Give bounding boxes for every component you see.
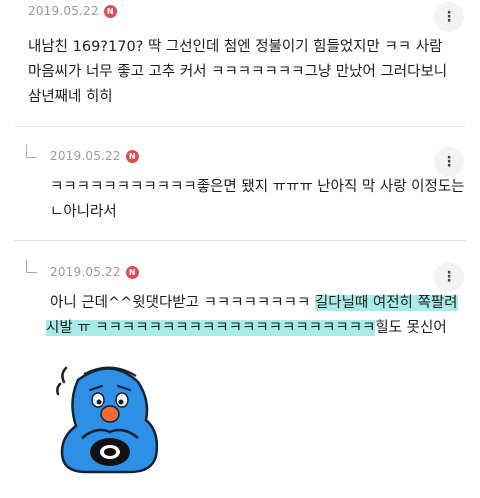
comment-meta: 2019.05.22 N: [50, 265, 139, 279]
more-vertical-icon: ⋮: [442, 9, 456, 25]
comment-text-line: ㄴ아니라서: [50, 204, 117, 220]
more-options-button[interactable]: ⋮: [434, 147, 464, 177]
comment-text: 아니 근데^^윗댓다받고 ㅋㅋㅋㅋㅋㅋㅋㅋ 길다닐때 여전히 쪽팔려 시발 ㅠ …: [46, 291, 470, 341]
comment-text: 내남친 169?170? 딱 그선인데 첨엔 정불이기 힘들었지만 ㅋㅋ 사람 …: [28, 35, 468, 110]
more-options-button[interactable]: ⋮: [434, 262, 464, 292]
more-vertical-icon: ⋮: [442, 269, 456, 285]
comment-text-line: 삼년째네 히히: [28, 89, 113, 105]
divider: [14, 126, 466, 127]
plain-text: 아니 근데^^윗댓다받고 ㅋㅋㅋㅋㅋㅋㅋㅋ: [50, 295, 315, 311]
comment-text: ㅋㅋㅋㅋㅋㅋㅋㅋㅋㅋㅋ좋은면 됐지 ㅠㅠㅠ 난아직 막 사랑 이정도는 ㄴ아니라…: [50, 175, 470, 225]
new-badge: N: [125, 265, 139, 279]
comment-date: 2019.05.22: [28, 4, 99, 18]
new-badge: N: [103, 4, 117, 18]
plain-text: 힐도 못신어: [375, 320, 447, 336]
comment-date: 2019.05.22: [50, 265, 121, 279]
new-badge: N: [125, 149, 139, 163]
highlighted-text: 시발 ㅠ ㅋㅋㅋㅋㅋㅋㅋㅋㅋㅋㅋㅋㅋㅋㅋㅋㅋㅋㅋㅋㅋ: [46, 320, 376, 336]
more-vertical-icon: ⋮: [442, 154, 456, 170]
comment-text-line: 시발 ㅠ ㅋㅋㅋㅋㅋㅋㅋㅋㅋㅋㅋㅋㅋㅋㅋㅋㅋㅋㅋㅋㅋ힐도 못신어: [46, 316, 470, 341]
comment-meta: 2019.05.22 N: [28, 4, 117, 18]
blue-character-sticker: [56, 360, 166, 479]
highlighted-text: 길다닐때 여전히 쪽팔려: [314, 295, 458, 311]
comment-text-line: 마음씨가 너무 좋고 고추 커서 ㅋㅋㅋㅋㅋㅋㅋ그냥 만났어 그러다보니: [28, 64, 448, 80]
divider: [14, 240, 466, 241]
reply-arrow-icon: [26, 260, 37, 273]
reply-arrow-icon: [26, 145, 37, 158]
more-options-button[interactable]: ⋮: [434, 2, 464, 32]
comment-text-line: 아니 근데^^윗댓다받고 ㅋㅋㅋㅋㅋㅋㅋㅋ 길다닐때 여전히 쪽팔려: [50, 291, 470, 316]
character-illustration: [56, 366, 159, 474]
comment-text-line: 내남친 169?170? 딱 그선인데 첨엔 정불이기 힘들었지만 ㅋㅋ 사람: [28, 39, 443, 55]
comment-date: 2019.05.22: [50, 149, 121, 163]
comment-text-line: ㅋㅋㅋㅋㅋㅋㅋㅋㅋㅋㅋ좋은면 됐지 ㅠㅠㅠ 난아직 막 사랑 이정도는: [50, 179, 465, 195]
comment-meta: 2019.05.22 N: [50, 149, 139, 163]
